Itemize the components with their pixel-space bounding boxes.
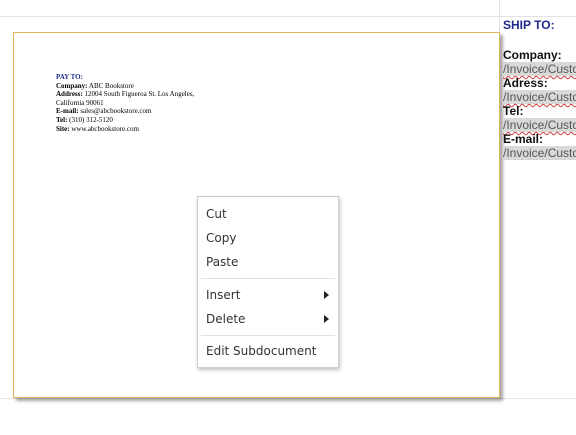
menu-item-delete-label: Delete [206,312,246,326]
pay-to-block: PAY TO: Company: ABC Bookstore Address: … [56,73,226,133]
menu-item-paste[interactable]: Paste [198,251,338,273]
pay-to-tel-value: (310) 312-5120 [69,115,113,124]
pay-to-email-line: E-mail: sales@abcbookstore.com [56,107,226,116]
document-canvas: PAY TO: Company: ABC Bookstore Address: … [0,0,576,435]
menu-item-insert[interactable]: Insert [198,284,338,306]
pay-to-address-label: Address: [56,90,83,99]
menu-separator [201,335,335,336]
pay-to-address-line: Address: 12004 South Figueroa St. Los An… [56,90,226,99]
pay-to-site-line: Site: www.abcbookstore.com [56,125,226,134]
pay-to-address-value: 12004 South Figueroa St. Los Angeles, [84,90,195,99]
ship-to-tel-label: Tel: [503,104,524,118]
menu-separator [201,278,335,279]
submenu-arrow-icon [324,291,329,299]
pay-to-email-value: sales@abcbookstore.com [80,107,152,116]
pay-to-heading: PAY TO: [56,73,83,81]
pay-to-company-line: Company: ABC Bookstore [56,82,226,91]
submenu-arrow-icon [324,315,329,323]
menu-item-insert-label: Insert [206,288,241,302]
bottom-divider [0,398,576,399]
pay-to-site-value: www.abcbookstore.com [71,124,139,133]
context-menu: Cut Copy Paste Insert Delete Edit Subdoc… [197,196,339,368]
ship-to-email-label: E-mail: [503,132,544,146]
pay-to-email-label: E-mail: [56,107,79,116]
ship-to-address-field[interactable]: /Invoice/Custo [503,90,576,104]
top-divider [0,16,576,17]
pay-to-site-label: Site: [56,124,70,133]
ship-to-company-field[interactable]: /Invoice/Custo [503,62,576,76]
pay-to-tel-line: Tel: (310) 312-5120 [56,116,226,125]
pay-to-tel-label: Tel: [56,115,68,124]
ship-to-tel-field[interactable]: /Invoice/Custo [503,118,576,132]
menu-item-edit-subdocument[interactable]: Edit Subdocument [198,340,338,362]
ship-to-block: SHIP TO: Company: /Invoice/Custo Adress:… [503,18,576,160]
menu-item-delete[interactable]: Delete [198,308,338,330]
ship-to-address-label: Adress: [503,76,548,90]
menu-item-cut[interactable]: Cut [198,203,338,225]
menu-item-copy[interactable]: Copy [198,227,338,249]
pay-to-company-label: Company: [56,81,88,90]
ship-to-title: SHIP TO: [503,18,555,32]
ship-to-company-label: Company: [503,48,562,62]
pay-to-company-value: ABC Bookstore [88,81,134,90]
ship-to-email-field[interactable]: /Invoice/Custo [503,146,576,160]
pay-to-address-line2: California 90061 [56,98,104,107]
